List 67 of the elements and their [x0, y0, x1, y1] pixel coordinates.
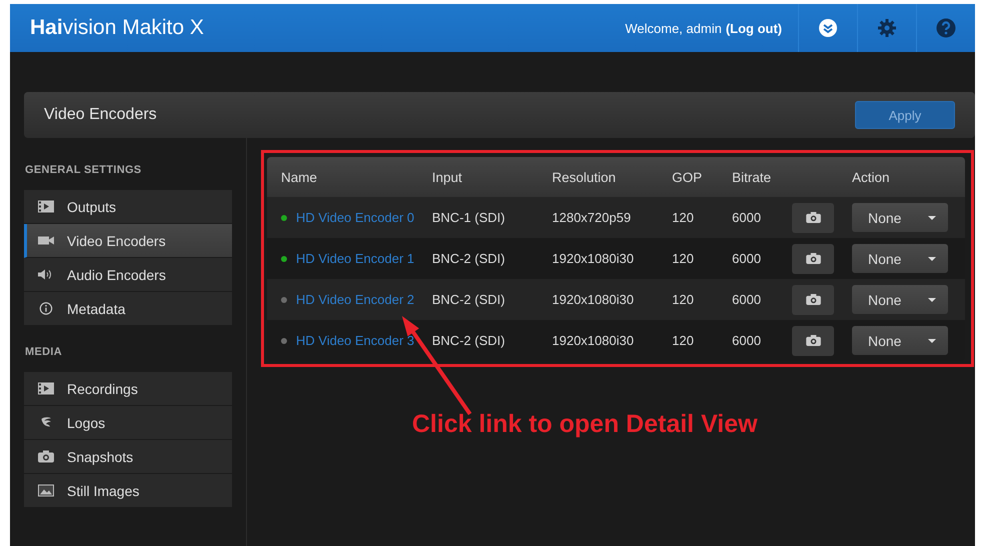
caret-icon [928, 256, 936, 260]
logo: Haivision Makito X [30, 16, 204, 40]
sidebar-item[interactable]: Still Images [24, 474, 232, 508]
encoder-link[interactable]: HD Video Encoder 1 [296, 251, 414, 266]
sidebar-item[interactable]: Recordings [24, 372, 232, 406]
snapshot-button[interactable] [792, 202, 834, 232]
sidebar-item[interactable]: Audio Encoders [24, 258, 232, 292]
column-header: Resolution [552, 170, 617, 184]
action-dropdown[interactable]: None [852, 244, 948, 273]
film-icon [38, 200, 54, 213]
action-dropdown[interactable]: None [852, 326, 948, 355]
section-heading: GENERAL SETTINGS [25, 164, 142, 176]
chevrons-icon[interactable] [818, 18, 838, 38]
sidebar-item[interactable]: Metadata [24, 292, 232, 326]
camera-icon [806, 253, 820, 264]
table-cell-text: 120 [672, 251, 695, 266]
encoder-link[interactable]: HD Video Encoder 2 [296, 292, 414, 307]
column-header: Input [432, 170, 464, 184]
action-dropdown[interactable]: None [852, 285, 948, 314]
camera-icon [806, 335, 820, 346]
table-cell-text: BNC-1 (SDI) [432, 210, 506, 225]
logout-link[interactable]: (Log out) [726, 20, 782, 36]
sidebar-item[interactable]: Video Encoders [24, 224, 232, 258]
sidebar-item[interactable]: Outputs [24, 190, 232, 224]
table-cell-text: 1920x1080i30 [552, 251, 635, 266]
settings-icon[interactable] [877, 18, 897, 38]
table-cell-text: 6000 [732, 210, 762, 225]
welcome-text: Welcome, admin [625, 20, 722, 36]
info-icon [38, 302, 54, 315]
action-dropdown[interactable]: None [852, 203, 948, 232]
caret-icon [928, 216, 936, 220]
table-cell-text: 6000 [732, 292, 762, 307]
camera-icon [806, 212, 820, 223]
caret-icon [928, 338, 936, 342]
table-cell-text: 6000 [732, 333, 762, 348]
annotation-text: Click link to open Detail View [412, 410, 758, 438]
video-camera-icon [38, 234, 54, 247]
snapshot-button[interactable] [792, 284, 834, 314]
encoder-link[interactable]: HD Video Encoder 0 [296, 210, 414, 225]
table-cell-text: 120 [672, 333, 695, 348]
table-cell-text: BNC-2 (SDI) [432, 292, 506, 307]
table-cell-text: 120 [672, 292, 695, 307]
page-title: Video Encoders [44, 106, 157, 124]
sidebar-item[interactable]: Logos [24, 406, 232, 440]
column-header: Bitrate [732, 170, 772, 184]
speaker-icon [38, 268, 54, 281]
table-cell-text: BNC-2 (SDI) [432, 251, 506, 266]
column-header: GOP [672, 170, 704, 184]
table-cell-text: BNC-2 (SDI) [432, 333, 506, 348]
help-icon[interactable] [936, 18, 956, 38]
encoder-link[interactable]: HD Video Encoder 3 [296, 333, 414, 348]
table-cell-text: 6000 [732, 251, 762, 266]
column-header: Action [852, 170, 890, 184]
snapshot-button[interactable] [792, 244, 834, 274]
column-header: Name [280, 170, 318, 184]
section-heading: MEDIA [25, 346, 63, 358]
sidebar-item[interactable]: Snapshots [24, 440, 232, 474]
table-cell-text: 1920x1080i30 [552, 292, 635, 307]
camera-icon [806, 294, 820, 305]
caret-icon [928, 298, 936, 302]
image-icon [38, 484, 54, 497]
table-cell-text: 1920x1080i30 [552, 333, 635, 348]
film-icon [38, 382, 54, 395]
camera-icon [38, 450, 54, 463]
snapshot-button[interactable] [792, 326, 834, 356]
table-cell-text: 120 [672, 210, 695, 225]
table-cell-text: 1280x720p59 [552, 210, 632, 225]
